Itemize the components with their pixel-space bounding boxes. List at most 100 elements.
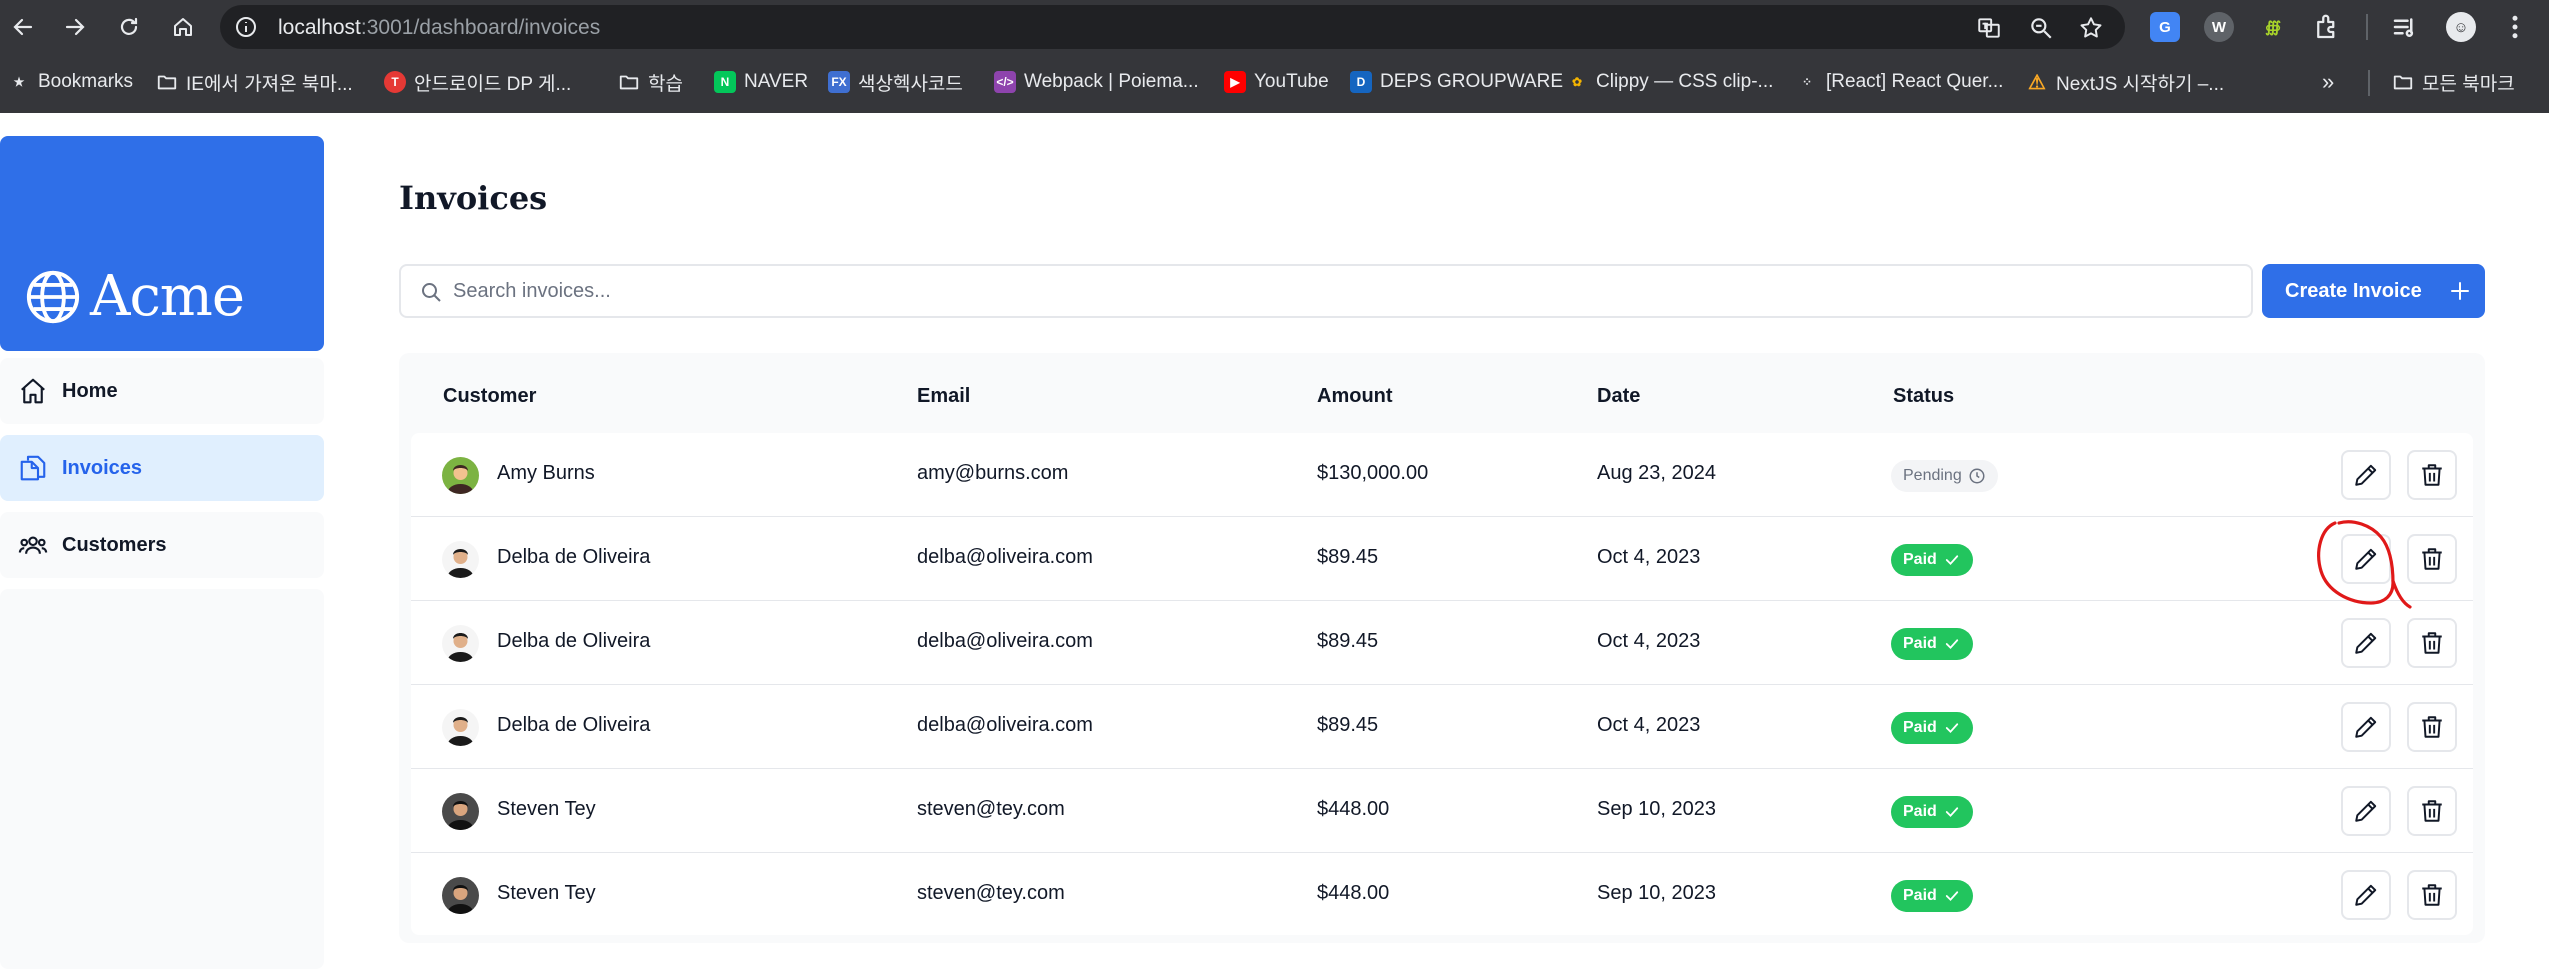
kebab-menu-icon[interactable] <box>2500 12 2530 42</box>
customer-email: delba@oliveira.com <box>917 630 1093 652</box>
trash-icon <box>2422 548 2442 570</box>
pencil-icon <box>2355 716 2377 738</box>
create-invoice-button[interactable]: Create Invoice <box>2262 264 2485 318</box>
logo-banner[interactable]: Acme <box>0 136 324 351</box>
bookmark-item[interactable]: ✿ Clippy — CSS clip-... <box>1566 66 1773 98</box>
edit-invoice-button[interactable] <box>2341 702 2391 752</box>
bookmark-label: Bookmarks <box>38 71 134 92</box>
create-invoice-label: Create Invoice <box>2285 279 2422 302</box>
status-label: Paid <box>1903 887 1937 904</box>
customer-name: Delba de Oliveira <box>497 714 651 736</box>
column-header-customer: Customer <box>443 385 537 407</box>
more-bookmarks-button[interactable]: » <box>2322 66 2334 98</box>
sidebar-item-invoices[interactable]: Invoices <box>0 435 324 501</box>
status-badge: Pending <box>1891 460 1998 492</box>
sidebar-item-home[interactable]: Home <box>0 358 324 424</box>
bookmark-item[interactable]: 학습 <box>618 66 683 98</box>
profile-avatar-icon[interactable]: ☺ <box>2446 12 2476 42</box>
bookmark-item[interactable]: ⁘ [React] React Quer... <box>1796 66 2003 98</box>
bookmark-item[interactable]: ⚠ NextJS 시작하기 –... <box>2026 66 2224 98</box>
customer-email: amy@burns.com <box>917 462 1069 484</box>
dots-icon: ⁘ <box>1801 75 1813 89</box>
url-text[interactable]: localhost:3001/dashboard/invoices <box>278 16 600 40</box>
site-info-icon[interactable] <box>234 15 258 39</box>
trash-icon <box>2422 716 2442 738</box>
status-badge: Paid <box>1891 712 1973 744</box>
table-row: Delba de Oliveira delba@oliveira.com $89.4… <box>411 601 2473 685</box>
globe-icon <box>26 270 80 323</box>
edit-invoice-button[interactable] <box>2341 786 2391 836</box>
browser-toolbar: localhost:3001/dashboard/invoices G W ∰ … <box>0 0 2549 54</box>
delete-invoice-button[interactable] <box>2407 534 2457 584</box>
sidebar-spacer <box>0 589 324 969</box>
avatar <box>442 709 479 746</box>
invoice-date: Sep 10, 2023 <box>1597 882 1716 904</box>
google-translate-extension-icon[interactable]: G <box>2150 12 2180 42</box>
ruler-extension-icon[interactable]: ∰ <box>2258 12 2288 42</box>
sidebar-item-customers[interactable]: Customers <box>0 512 324 578</box>
forward-button[interactable] <box>56 8 94 46</box>
bookmark-item[interactable]: </> Webpack | Poiema... <box>994 66 1199 98</box>
edit-invoice-button[interactable] <box>2341 450 2391 500</box>
search-box[interactable] <box>399 264 2253 318</box>
bookmark-item[interactable]: D DEPS GROUPWARE <box>1350 66 1563 98</box>
trash-icon <box>2422 884 2442 906</box>
status-label: Paid <box>1903 551 1937 568</box>
red-circle-annotation <box>2317 520 2412 609</box>
youtube-icon: ▶ <box>1224 71 1246 93</box>
reload-button[interactable] <box>110 8 148 46</box>
deps-icon: D <box>1350 71 1372 93</box>
column-header-amount: Amount <box>1317 385 1393 407</box>
trash-icon <box>2422 800 2442 822</box>
browser-chrome: localhost:3001/dashboard/invoices G W ∰ … <box>0 0 2549 113</box>
clippy-icon: ✿ <box>1571 75 1583 89</box>
extensions-puzzle-icon[interactable] <box>2312 12 2342 42</box>
bookmark-label: 안드로이드 DP 게... <box>414 73 572 95</box>
status-label: Paid <box>1903 719 1937 736</box>
invoice-amount: $130,000.00 <box>1317 462 1429 484</box>
delete-invoice-button[interactable] <box>2407 870 2457 920</box>
status-label: Paid <box>1903 803 1937 820</box>
bookmark-item[interactable]: FX 색상헥사코드 <box>828 66 963 98</box>
back-button[interactable] <box>4 8 42 46</box>
address-bar[interactable]: localhost:3001/dashboard/invoices <box>220 5 2125 49</box>
customer-photo <box>442 457 479 494</box>
search-icon <box>422 283 441 302</box>
all-bookmarks-folder[interactable]: 모든 북마크 <box>2392 66 2515 98</box>
bookmark-label: NextJS 시작하기 –... <box>2056 73 2225 95</box>
star-icon: ★ <box>13 75 25 89</box>
wappalyzer-extension-icon[interactable]: W <box>2204 12 2234 42</box>
delete-invoice-button[interactable] <box>2407 786 2457 836</box>
bookmark-label: 학습 <box>648 73 683 95</box>
bookmark-label: NAVER <box>744 71 809 92</box>
home-button[interactable] <box>164 8 202 46</box>
url-path: :3001/dashboard/invoices <box>360 16 601 39</box>
warning-icon: ⚠ <box>2028 71 2046 94</box>
bookmark-item[interactable]: N NAVER <box>714 66 808 98</box>
clock-icon <box>1969 468 1985 484</box>
site-icon: T <box>384 71 406 93</box>
status-label: Pending <box>1903 467 1962 484</box>
arrow-right-icon <box>65 18 85 36</box>
bookmark-item[interactable]: ★ Bookmarks <box>8 66 133 98</box>
delete-invoice-button[interactable] <box>2407 450 2457 500</box>
bookmark-label: [React] React Quer... <box>1826 71 2004 92</box>
media-controls-icon[interactable] <box>2390 12 2420 42</box>
bookmark-item[interactable]: ▶ YouTube <box>1224 66 1329 98</box>
edit-invoice-button[interactable] <box>2341 618 2391 668</box>
bookmark-item[interactable]: T 안드로이드 DP 게... <box>384 66 571 98</box>
bookmark-item[interactable]: IE에서 가져온 북마... <box>156 66 353 98</box>
app-page: Acme Home Invoices Customers Invoices Cr… <box>0 113 2549 969</box>
pencil-icon <box>2355 464 2377 486</box>
translate-icon[interactable] <box>1976 15 2002 41</box>
search-input[interactable] <box>453 266 2233 316</box>
delete-invoice-button[interactable] <box>2407 618 2457 668</box>
bookmark-star-icon[interactable] <box>2078 15 2104 41</box>
edit-invoice-button[interactable] <box>2341 870 2391 920</box>
customer-email: steven@tey.com <box>917 882 1065 904</box>
check-icon <box>1945 807 1958 818</box>
delete-invoice-button[interactable] <box>2407 702 2457 752</box>
fx-icon: FX <box>828 71 850 93</box>
zoom-icon[interactable] <box>2028 15 2054 41</box>
column-header-status: Status <box>1893 385 1955 407</box>
